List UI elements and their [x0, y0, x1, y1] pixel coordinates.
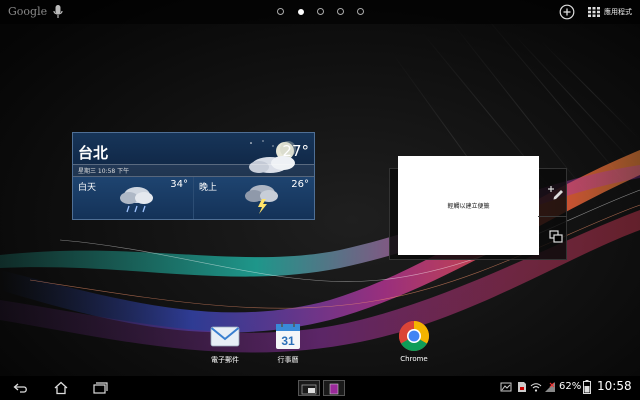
weather-city: 台北: [78, 144, 109, 162]
weather-current-temp: 27°: [282, 142, 309, 160]
dock-email-label: 電子郵件: [211, 356, 239, 364]
calendar-day-number: 31: [281, 334, 295, 348]
no-signal-icon: [545, 382, 555, 392]
small-app-window-icon[interactable]: [298, 380, 320, 396]
back-icon[interactable]: [13, 381, 29, 395]
notes-widget[interactable]: 輕觸以建立便籤: [398, 156, 539, 255]
dock-chrome[interactable]: Chrome: [379, 320, 449, 363]
weather-night-temp: 26°: [291, 179, 309, 190]
apps-label: 應用程式: [604, 8, 632, 16]
widget-divider: [538, 216, 567, 217]
dock-chrome-label: Chrome: [400, 355, 428, 363]
weather-day-label: 白天: [78, 183, 97, 193]
dock-email[interactable]: 電子郵件: [190, 320, 260, 365]
add-note-icon[interactable]: [548, 184, 564, 200]
email-icon: [210, 326, 240, 347]
microphone-icon[interactable]: [52, 4, 64, 20]
lightning-cloud-icon: [245, 185, 278, 214]
thunderstorm-cloud-icon: [120, 187, 153, 213]
chrome-icon: [398, 321, 430, 352]
screenshot-notification-icon: [500, 382, 512, 392]
apps-button[interactable]: 應用程式: [588, 5, 632, 19]
weather-date-bar: 星期三 10:58 下午: [73, 164, 314, 177]
weather-day-temp: 34°: [170, 179, 188, 190]
small-app-notes-icon[interactable]: [323, 380, 345, 396]
top-bar: Google 應用程式: [0, 0, 640, 24]
battery-icon: [583, 380, 591, 394]
battery-percent: 62%: [559, 381, 582, 392]
wifi-icon: [530, 383, 542, 392]
status-clock: 10:58: [597, 379, 632, 393]
resize-window-icon[interactable]: [549, 230, 563, 244]
weather-widget[interactable]: 台北 27° 星期三 10:58 下午 白天 34° 晚上 26°: [72, 132, 315, 220]
dock-calendar[interactable]: 31 行事曆: [253, 320, 323, 365]
google-search-button[interactable]: Google: [8, 5, 47, 18]
sd-card-notification-icon: [518, 382, 526, 392]
page-indicator-5[interactable]: [357, 8, 364, 15]
page-indicator-1[interactable]: [277, 8, 284, 15]
apps-grid-icon: [588, 7, 600, 17]
calendar-icon: 31: [276, 322, 300, 349]
add-icon[interactable]: [559, 4, 575, 20]
home-icon[interactable]: [53, 381, 69, 395]
recent-apps-icon[interactable]: [92, 381, 108, 395]
page-indicator-3[interactable]: [317, 8, 324, 15]
dock-calendar-label: 行事曆: [277, 356, 299, 364]
page-indicator-4[interactable]: [337, 8, 344, 15]
weather-current: 台北 27° 星期三 10:58 下午: [73, 133, 314, 177]
page-indicator-2[interactable]: [298, 9, 304, 15]
weather-night-forecast: 晚上 26°: [194, 177, 314, 219]
weather-date-time: 星期三 10:58 下午: [78, 168, 130, 175]
notes-widget-hint: 輕觸以建立便籤: [447, 203, 490, 210]
weather-day-forecast: 白天 34°: [73, 177, 194, 219]
weather-night-label: 晚上: [199, 183, 218, 193]
